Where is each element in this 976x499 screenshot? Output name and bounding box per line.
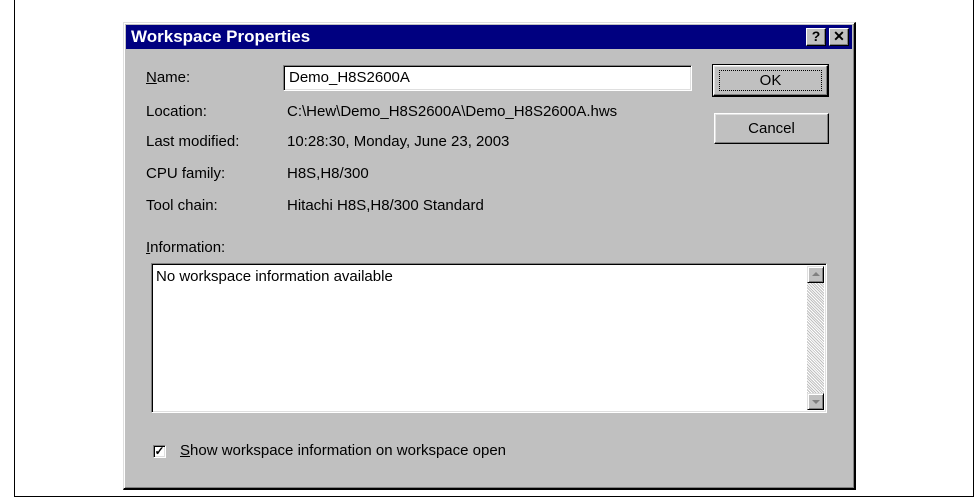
scroll-up-icon: [812, 272, 820, 276]
help-icon: ?: [811, 28, 821, 44]
close-icon: ✕: [833, 28, 845, 44]
location-label: Location:: [146, 103, 207, 120]
last-modified-label: Last modified:: [146, 133, 240, 150]
cancel-button-label: Cancel: [748, 120, 795, 137]
information-textarea[interactable]: No workspace information available: [151, 263, 827, 413]
name-label: Name:: [146, 69, 191, 86]
workspace-properties-dialog: Workspace Properties ? ✕ Name: Demo_H8S2…: [123, 22, 856, 490]
scroll-down-button[interactable]: [807, 393, 824, 410]
show-info-checkbox-label[interactable]: Show workspace information on workspace …: [180, 442, 506, 459]
cpu-family-label: CPU family:: [146, 165, 226, 182]
vertical-scrollbar[interactable]: [807, 266, 824, 410]
show-info-checkbox[interactable]: ✓: [153, 445, 166, 458]
tool-chain-label: Tool chain:: [146, 197, 218, 214]
close-button[interactable]: ✕: [829, 28, 849, 46]
title-bar: Workspace Properties ? ✕: [126, 25, 852, 49]
information-label: Information:: [146, 239, 226, 256]
tool-chain-value: Hitachi H8S,H8/300 Standard: [287, 197, 484, 214]
cancel-button[interactable]: Cancel: [714, 113, 829, 144]
cpu-family-value: H8S,H8/300: [287, 165, 369, 182]
ok-button[interactable]: OK: [712, 64, 829, 97]
scroll-up-button[interactable]: [807, 266, 824, 283]
name-input[interactable]: Demo_H8S2600A: [283, 65, 692, 91]
help-button[interactable]: ?: [806, 28, 826, 46]
scroll-down-icon: [812, 400, 820, 404]
dialog-title: Workspace Properties: [131, 27, 311, 46]
information-text: No workspace information available: [156, 268, 393, 285]
focus-ring: [719, 70, 822, 91]
checkmark-icon: ✓: [154, 444, 165, 458]
location-value: C:\Hew\Demo_H8S2600A\Demo_H8S2600A.hws: [287, 103, 618, 120]
name-input-value: Demo_H8S2600A: [289, 69, 410, 86]
last-modified-value: 10:28:30, Monday, June 23, 2003: [287, 133, 510, 150]
